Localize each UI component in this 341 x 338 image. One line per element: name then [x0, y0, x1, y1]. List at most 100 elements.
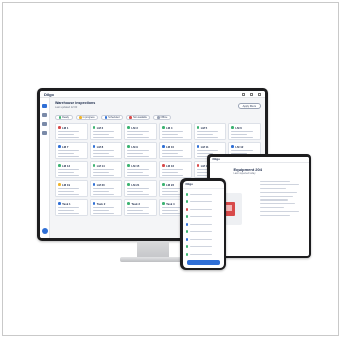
- equipment-card[interactable]: LM 19: [55, 180, 88, 197]
- list-icon[interactable]: [42, 113, 47, 117]
- equipment-card[interactable]: LM 16: [159, 161, 192, 178]
- list-item[interactable]: [185, 206, 221, 214]
- title-bar: Dilgo: [40, 91, 265, 98]
- card-header: Task 2: [92, 201, 120, 206]
- text-line: [259, 191, 297, 194]
- card-text-line: [162, 171, 178, 174]
- card-name: LM 20: [96, 182, 105, 187]
- text-line: [259, 206, 284, 209]
- status-dot-icon: [127, 126, 130, 129]
- minimize-icon[interactable]: [242, 92, 245, 96]
- text-line: [259, 199, 289, 201]
- card-header: LM 9: [127, 145, 154, 149]
- card-text-line: [127, 136, 149, 138]
- card-name: Task 2: [96, 201, 106, 206]
- filter-chip[interactable]: Scheduled: [101, 115, 123, 120]
- card-text-line: [58, 150, 80, 152]
- card-text-line: [92, 190, 109, 193]
- list-item[interactable]: [185, 198, 221, 206]
- equipment-card[interactable]: LM 1: [55, 123, 88, 140]
- tablet-detail-subtitle: Last inspected today: [233, 171, 256, 175]
- card-header: LM 11: [196, 145, 224, 149]
- equipment-card[interactable]: LM 10: [159, 142, 192, 159]
- status-dot-icon: [58, 164, 61, 167]
- filter-chip[interactable]: Offline: [153, 115, 171, 120]
- list-item[interactable]: [185, 243, 221, 251]
- chart-icon[interactable]: [42, 122, 47, 126]
- card-header: LM 20: [92, 182, 120, 187]
- equipment-card[interactable]: Task 2: [89, 199, 123, 216]
- status-dot-icon: [196, 126, 200, 129]
- card-text-line: [196, 131, 218, 133]
- phone-list: [183, 189, 224, 261]
- card-text-line: [162, 209, 178, 212]
- page-title: Warehouse inspections: [55, 101, 96, 105]
- card-name: LM 22: [166, 182, 175, 187]
- list-item[interactable]: [185, 191, 221, 199]
- card-name: LM 13: [62, 163, 71, 168]
- card-header: LM 2: [92, 126, 120, 130]
- maximize-icon[interactable]: [250, 92, 253, 96]
- list-item[interactable]: [185, 251, 221, 259]
- card-name: LM 19: [62, 182, 71, 187]
- card-name: LM 8: [96, 144, 104, 149]
- grid-icon[interactable]: [42, 104, 47, 108]
- user-icon[interactable]: [42, 131, 47, 135]
- card-text-line: [92, 174, 114, 176]
- equipment-card[interactable]: LM 2: [89, 123, 123, 140]
- card-text-line: [231, 136, 253, 138]
- filter-chip[interactable]: Not available: [125, 115, 151, 120]
- equipment-card[interactable]: LM 6: [228, 123, 261, 140]
- phone-top-bar: Dilgo: [182, 181, 224, 189]
- image-frame: Dilgo Warehouse inspections Last updated…: [2, 2, 339, 336]
- text-line: [259, 188, 286, 190]
- status-dot-icon: [185, 200, 189, 204]
- close-icon[interactable]: [258, 92, 261, 96]
- list-item[interactable]: [185, 221, 221, 229]
- app-title: Dilgo: [44, 91, 54, 97]
- equipment-card[interactable]: LM 21: [124, 180, 157, 197]
- phone-app-title: Dilgo: [185, 182, 194, 186]
- card-text-line: [92, 131, 114, 133]
- card-header: LM 10: [162, 145, 189, 149]
- equipment-graphic-detail: [225, 204, 232, 211]
- card-text-line: [127, 171, 144, 174]
- list-item[interactable]: [185, 236, 221, 244]
- card-name: Task 4: [166, 201, 175, 206]
- page-subtitle: Last updated 12:00: [55, 106, 78, 109]
- status-dot-icon: [92, 164, 96, 167]
- equipment-card[interactable]: Task 3: [124, 199, 157, 216]
- equipment-card[interactable]: LM 8: [89, 142, 123, 159]
- card-header: LM 3: [127, 126, 154, 130]
- card-text-line: [162, 136, 184, 138]
- equipment-card[interactable]: LM 7: [55, 142, 88, 159]
- equipment-card[interactable]: LM 5: [193, 123, 227, 140]
- card-text-line: [92, 150, 114, 152]
- equipment-card[interactable]: LM 14: [89, 161, 123, 178]
- filter-chip[interactable]: In progress: [75, 115, 99, 120]
- equipment-card[interactable]: Task 1: [55, 199, 88, 216]
- status-dot-icon: [231, 145, 234, 148]
- avatar[interactable]: [41, 228, 48, 234]
- status-dot-icon: [58, 145, 61, 148]
- filter-chip-label: Offline: [160, 115, 168, 119]
- card-text-line: [92, 136, 114, 138]
- equipment-card[interactable]: LM 20: [89, 180, 123, 197]
- card-header: LM 1: [58, 126, 85, 130]
- card-text-line: [58, 207, 80, 209]
- equipment-card[interactable]: LM 3: [124, 123, 157, 140]
- equipment-card[interactable]: LM 15: [124, 161, 157, 178]
- equipment-card[interactable]: LM 4: [159, 123, 192, 140]
- filter-chip[interactable]: Ready: [55, 115, 73, 120]
- phone-action-button[interactable]: [186, 259, 220, 265]
- filter-chip-label: Not available: [133, 115, 147, 119]
- equipment-card[interactable]: LM 13: [55, 161, 88, 178]
- list-item[interactable]: [185, 228, 221, 236]
- list-item-text: [190, 238, 213, 240]
- apply-filters-button[interactable]: Apply filters: [237, 103, 261, 109]
- card-text-line: [231, 133, 248, 136]
- equipment-card[interactable]: LM 9: [124, 142, 157, 159]
- status-dot-icon: [127, 202, 130, 205]
- card-text-line: [92, 155, 114, 157]
- list-item[interactable]: [185, 213, 221, 221]
